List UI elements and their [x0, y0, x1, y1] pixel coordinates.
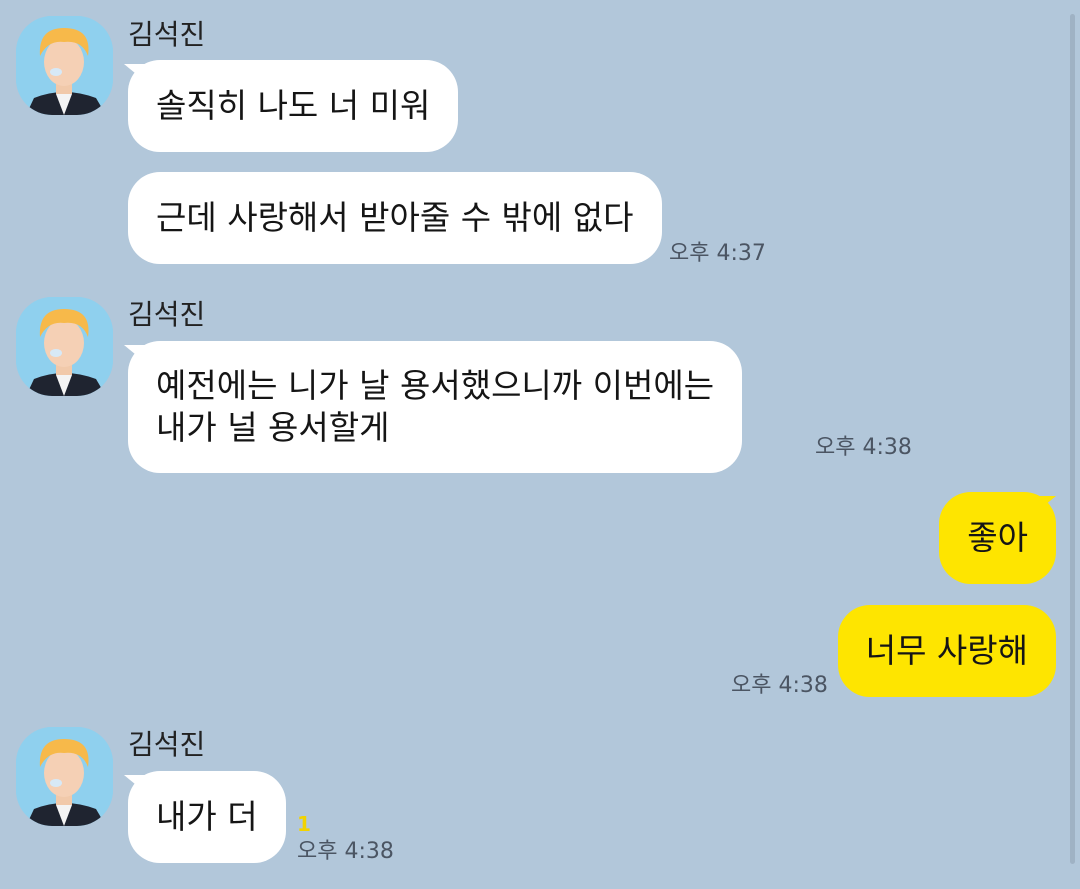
my-message-bubble[interactable]: 너무 사랑해: [837, 605, 1056, 697]
scrollbar[interactable]: [1070, 14, 1075, 864]
profile-photo: [16, 727, 113, 826]
profile-avatar[interactable]: [16, 16, 113, 115]
profile-photo: [16, 297, 113, 396]
message-time: 오후 4:38: [731, 673, 828, 698]
message-time: 오후 4:38: [815, 435, 912, 460]
unread-count: 1: [297, 812, 311, 836]
profile-avatar[interactable]: [16, 727, 113, 826]
chat-room[interactable]: 김석진 솔직히 나도 너 미워 근데 사랑해서 받아줄 수 밖에 없다 오후 4…: [0, 0, 1080, 889]
profile-photo: [16, 16, 113, 115]
message-bubble[interactable]: 예전에는 니가 날 용서했으니까 이번에는 내가 널 용서할게: [128, 341, 743, 473]
message-time: 오후 4:38: [297, 839, 394, 864]
sender-name: 김석진: [128, 18, 206, 51]
message-time: 오후 4:37: [669, 241, 766, 266]
message-bubble[interactable]: 근데 사랑해서 받아줄 수 밖에 없다: [128, 172, 662, 264]
my-message-bubble[interactable]: 좋아: [939, 492, 1056, 584]
sender-name: 김석진: [128, 298, 206, 331]
profile-avatar[interactable]: [16, 297, 113, 396]
message-bubble[interactable]: 내가 더: [128, 771, 286, 863]
sender-name: 김석진: [128, 728, 206, 761]
message-bubble[interactable]: 솔직히 나도 너 미워: [128, 60, 459, 152]
